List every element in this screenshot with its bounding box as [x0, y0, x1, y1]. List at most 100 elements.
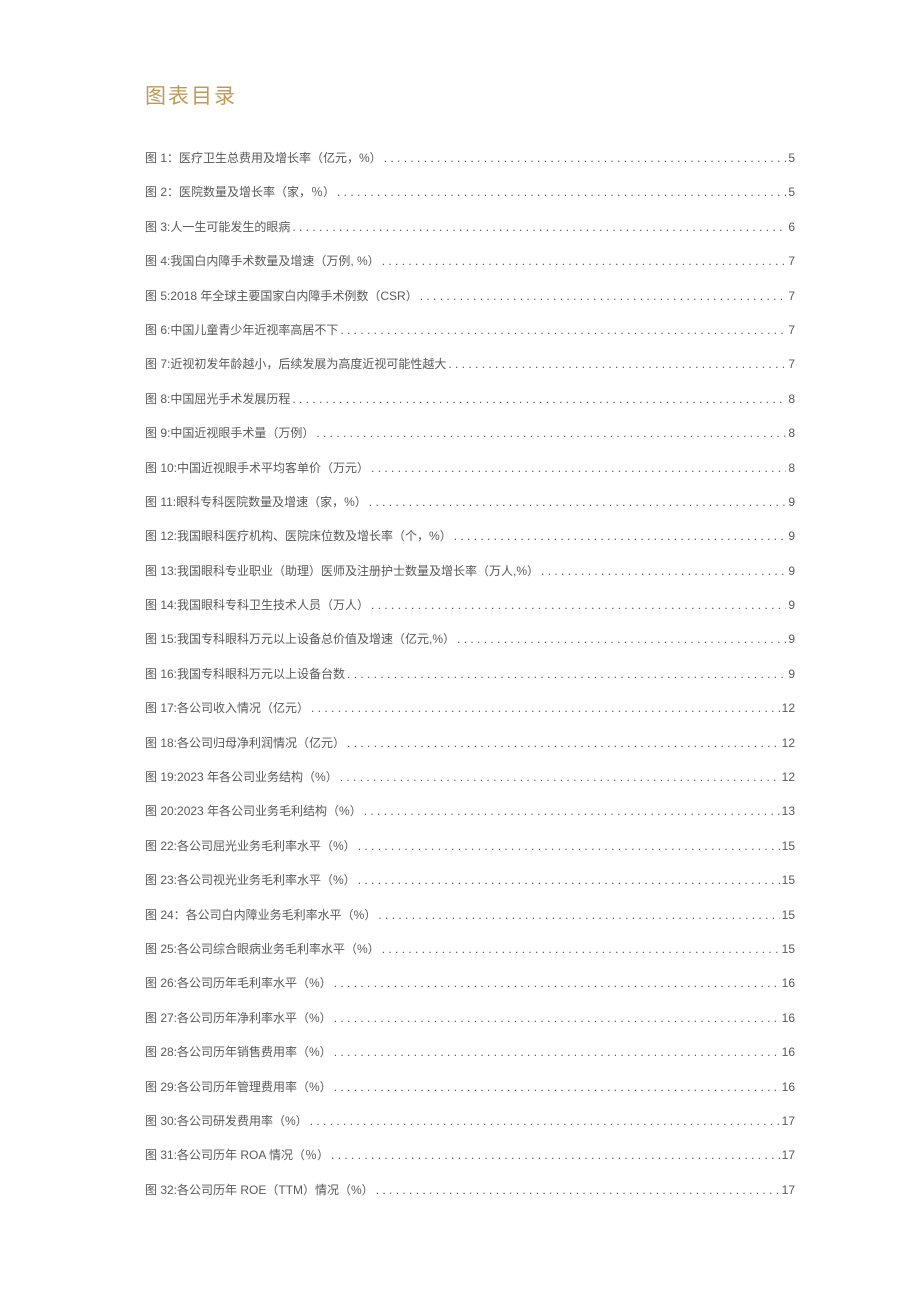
toc-item-text: 图 3:人一生可能发生的眼病: [145, 219, 290, 236]
toc-item: 图 20:2023 年各公司业务毛利结构（%） 13: [145, 803, 795, 820]
toc-item-text: 图 6:中国儿童青少年近视率高居不下: [145, 322, 338, 339]
toc-item-text: 图 28:各公司历年销售费用率（%）: [145, 1044, 332, 1061]
toc-item-text: 图 27:各公司历年净利率水平（%）: [145, 1010, 332, 1027]
toc-dots: [454, 528, 787, 545]
toc-item: 图 11:眼科专科医院数量及增速（家，%） 9: [145, 494, 795, 511]
toc-item-text: 图 8:中国屈光手术发展历程: [145, 391, 290, 408]
toc-item: 图 18:各公司归母净利润情况（亿元）12: [145, 735, 795, 752]
toc-item-page: 13: [782, 803, 795, 820]
toc-item-page: 5: [788, 150, 795, 167]
toc-dots: [310, 1113, 780, 1130]
toc-dots: [347, 735, 780, 752]
toc-dots: [420, 288, 787, 305]
toc-dots: [340, 769, 780, 786]
toc-dots: [337, 184, 786, 201]
toc-dots: [382, 253, 787, 270]
toc-item: 图 23:各公司视光业务毛利率水平（%）15: [145, 872, 795, 889]
toc-dots: [382, 941, 780, 958]
toc-item: 图 3:人一生可能发生的眼病 6: [145, 219, 795, 236]
toc-item: 图 1：医疗卫生总费用及增长率（亿元，%） 5: [145, 150, 795, 167]
toc-item-text: 图 25:各公司综合眼病业务毛利率水平（%）: [145, 941, 380, 958]
toc-dots: [347, 666, 786, 683]
toc-item-page: 5: [788, 184, 795, 201]
toc-item: 图 9:中国近视眼手术量（万例）8: [145, 425, 795, 442]
toc-item-page: 7: [788, 288, 795, 305]
toc-item-page: 12: [782, 735, 795, 752]
toc-dots: [369, 494, 787, 511]
toc-item-page: 12: [782, 769, 795, 786]
toc-item: 图 10:中国近视眼手术平均客单价（万元） 8: [145, 460, 795, 477]
toc-item-text: 图 17:各公司收入情况（亿元）: [145, 700, 309, 717]
toc-item: 图 4:我国白内障手术数量及增速（万例, %） 7: [145, 253, 795, 270]
toc-item-page: 15: [782, 941, 795, 958]
toc-item: 图 32:各公司历年 ROE（TTM）情况（%）17: [145, 1182, 795, 1199]
toc-item-text: 图 12:我国眼科医疗机构、医院床位数及增长率（个，%）: [145, 528, 452, 545]
toc-item-text: 图 23:各公司视光业务毛利率水平（%）: [145, 872, 356, 889]
toc-dots: [371, 460, 786, 477]
toc-item-page: 16: [782, 1044, 795, 1061]
toc-title: 图表目录: [145, 80, 795, 110]
toc-item: 图 31:各公司历年 ROA 情况（％） 17: [145, 1147, 795, 1164]
toc-item-text: 图 31:各公司历年 ROA 情况（％）: [145, 1147, 329, 1164]
toc-item-text: 图 20:2023 年各公司业务毛利结构（%）: [145, 803, 362, 820]
toc-dots: [376, 1182, 780, 1199]
page-container: 图表目录 图 1：医疗卫生总费用及增长率（亿元，%） 5 图 2：医院数量及增长率（…: [0, 0, 920, 1276]
toc-item-page: 17: [782, 1147, 795, 1164]
toc-item-text: 图 4:我国白内障手术数量及增速（万例, %）: [145, 253, 380, 270]
toc-item-page: 6: [788, 219, 795, 236]
toc-dots: [541, 563, 786, 580]
toc-item: 图 24：各公司白内障业务毛利率水平（%）15: [145, 907, 795, 924]
toc-item-page: 7: [788, 322, 795, 339]
toc-dots: [331, 1147, 780, 1164]
toc-item: 图 14:我国眼科专科卫生技术人员（万人） 9: [145, 597, 795, 614]
toc-dots: [311, 700, 780, 717]
toc-item: 图 27:各公司历年净利率水平（%）16: [145, 1010, 795, 1027]
toc-item-text: 图 5:2018 年全球主要国家白内障手术例数（CSR）: [145, 288, 418, 305]
toc-item-page: 8: [788, 460, 795, 477]
toc-item: 图 13:我国眼科专业职业（助理）医师及注册护士数量及增长率（万人,%）9: [145, 563, 795, 580]
toc-item-text: 图 32:各公司历年 ROE（TTM）情况（%）: [145, 1182, 374, 1199]
toc-item-text: 图 16:我国专科眼科万元以上设备台数: [145, 666, 345, 683]
toc-item-page: 7: [788, 253, 795, 270]
toc-item-page: 9: [788, 494, 795, 511]
toc-item: 图 29:各公司历年管理费用率（%）16: [145, 1079, 795, 1096]
toc-item: 图 15:我国专科眼科万元以上设备总价值及增速（亿元,%）9: [145, 631, 795, 648]
toc-item-text: 图 29:各公司历年管理费用率（%）: [145, 1079, 332, 1096]
toc-item-text: 图 10:中国近视眼手术平均客单价（万元）: [145, 460, 369, 477]
toc-dots: [334, 1044, 780, 1061]
toc-item: 图 25:各公司综合眼病业务毛利率水平（%） 15: [145, 941, 795, 958]
toc-item: 图 22:各公司屈光业务毛利率水平（%）15: [145, 838, 795, 855]
toc-item: 图 30:各公司研发费用率（%） 17: [145, 1113, 795, 1130]
toc-item-page: 7: [788, 356, 795, 373]
toc-item-text: 图 13:我国眼科专业职业（助理）医师及注册护士数量及增长率（万人,%）: [145, 563, 539, 580]
toc-item: 图 5:2018 年全球主要国家白内障手术例数（CSR） 7: [145, 288, 795, 305]
toc-dots: [340, 322, 786, 339]
toc-item-page: 15: [782, 838, 795, 855]
toc-item: 图 28:各公司历年销售费用率（%） 16: [145, 1044, 795, 1061]
toc-item-page: 9: [788, 666, 795, 683]
toc-item-text: 图 1：医疗卫生总费用及增长率（亿元，%）: [145, 150, 382, 167]
toc-item-page: 17: [782, 1113, 795, 1130]
toc-item: 图 6:中国儿童青少年近视率高居不下 7: [145, 322, 795, 339]
toc-item-page: 9: [788, 631, 795, 648]
toc-item: 图 8:中国屈光手术发展历程 8: [145, 391, 795, 408]
toc-dots: [292, 391, 786, 408]
toc-item: 图 16:我国专科眼科万元以上设备台数 9: [145, 666, 795, 683]
toc-item-text: 图 24：各公司白内障业务毛利率水平（%）: [145, 907, 376, 924]
toc-dots: [384, 150, 787, 167]
toc-item-text: 图 30:各公司研发费用率（%）: [145, 1113, 308, 1130]
toc-item-page: 9: [788, 597, 795, 614]
toc-dots: [292, 219, 786, 236]
toc-item-text: 图 2：医院数量及增长率（家，％）: [145, 184, 335, 201]
toc-item-page: 8: [788, 425, 795, 442]
toc-item: 图 19:2023 年各公司业务结构（%）12: [145, 769, 795, 786]
toc-dots: [334, 975, 780, 992]
toc-item-text: 图 7:近视初发年龄越小，后续发展为高度近视可能性越大: [145, 356, 446, 373]
toc-dots: [448, 356, 786, 373]
toc-item-page: 9: [788, 528, 795, 545]
toc-dots: [358, 838, 780, 855]
toc-item-text: 图 14:我国眼科专科卫生技术人员（万人）: [145, 597, 369, 614]
toc-item-text: 图 11:眼科专科医院数量及增速（家，%）: [145, 494, 367, 511]
toc-list: 图 1：医疗卫生总费用及增长率（亿元，%） 5 图 2：医院数量及增长率（家，％） 5…: [145, 150, 795, 1199]
toc-item-page: 8: [788, 391, 795, 408]
